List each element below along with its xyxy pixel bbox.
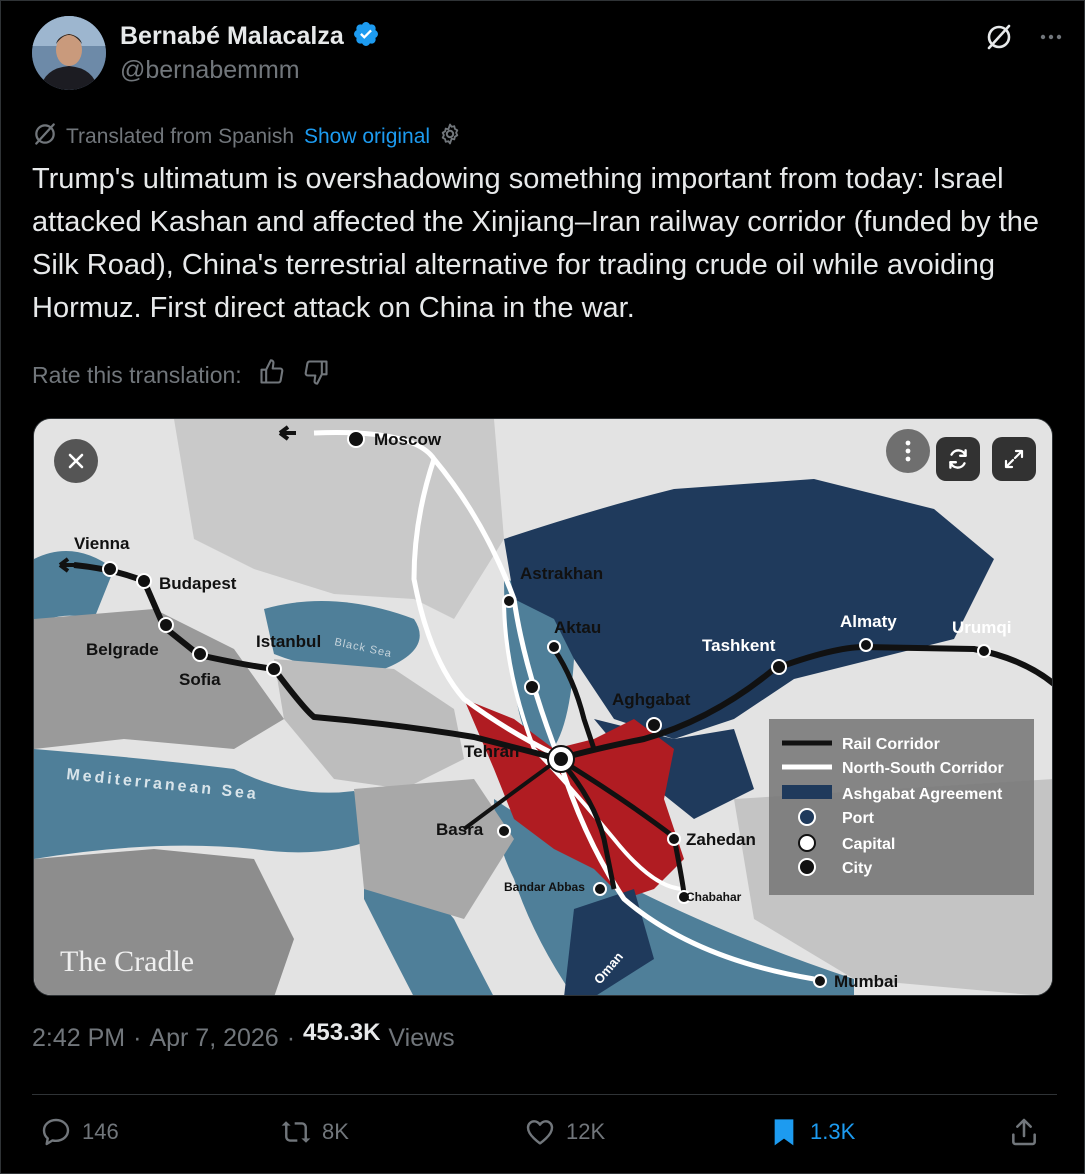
tweet-text: Trump's ultimatum is overshadowing somet… (32, 163, 1040, 324)
legend-capital-label: Capital (842, 836, 895, 853)
bookmark-icon (774, 1119, 794, 1146)
repost-count: 8K (322, 1119, 349, 1144)
share-button[interactable] (1008, 1116, 1040, 1148)
grok-icon[interactable] (984, 22, 1014, 52)
map-label-urumqi: Urumqi (952, 618, 1012, 637)
close-icon (68, 453, 84, 469)
bookmark-button[interactable]: 1.3K (768, 1116, 855, 1148)
settings-gear-icon[interactable] (438, 122, 462, 152)
refresh-icon (949, 449, 967, 469)
cradle-watermark: The Cradle (60, 945, 194, 978)
meta-separator: · (133, 1024, 142, 1052)
translation-notice: Translated from Spanish Show original (32, 121, 462, 153)
reply-button[interactable]: 146 (40, 1116, 119, 1148)
views-label: Views (388, 1024, 455, 1052)
repost-icon (281, 1121, 311, 1143)
legend-north-south-label: North-South Corridor (842, 760, 1004, 777)
translated-from-label: Translated from Spanish (66, 125, 294, 148)
grok-translate-icon (32, 121, 58, 153)
legend-port-label: Port (842, 810, 875, 827)
map-label-aktau: Aktau (554, 618, 601, 637)
avatar[interactable] (32, 16, 106, 90)
more-options-icon[interactable] (1040, 33, 1062, 41)
tweet-media-map[interactable]: Moscow Vienna Budapest Belgrade Sofia Is… (33, 418, 1053, 996)
like-button[interactable]: 12K (524, 1116, 605, 1148)
views-count: 453.3K (303, 1019, 381, 1046)
vertical-dots-icon (905, 440, 911, 462)
reply-icon (42, 1118, 70, 1146)
author-name-line: Bernabé Malacalza (120, 20, 380, 53)
tweet-actions: 146 8K 12K 1.3K (40, 1116, 1050, 1160)
map-label-aghgabat: Aghgabat (612, 690, 691, 709)
map-label-almaty: Almaty (840, 612, 897, 631)
like-count: 12K (566, 1119, 606, 1144)
verified-badge-icon (352, 20, 380, 53)
heart-icon (526, 1120, 554, 1145)
tweet-meta: 2:42 PM · Apr 7, 2026 · 453.3K Views (32, 1019, 455, 1053)
media-close-button[interactable] (54, 439, 98, 483)
map-label-basra: Basra (436, 820, 484, 839)
tweet-time[interactable]: 2:42 PM (32, 1024, 125, 1053)
meta-separator-2: · (286, 1024, 296, 1052)
rate-label: Rate this translation: (32, 361, 242, 388)
author-name[interactable]: Bernabé Malacalza (120, 22, 344, 51)
map-label-belgrade: Belgrade (86, 640, 159, 659)
thumbs-down-icon[interactable] (302, 358, 330, 392)
legend-rail-label: Rail Corridor (842, 736, 940, 753)
bookmark-count: 1.3K (810, 1119, 856, 1144)
legend-ashgabat-label: Ashgabat Agreement (842, 786, 1003, 803)
thumbs-up-icon[interactable] (258, 358, 286, 392)
map-label-bandar-abbas: Bandar Abbas (504, 880, 585, 894)
media-expand-button[interactable] (992, 437, 1036, 481)
map-label-istanbul: Istanbul (256, 632, 321, 651)
map-label-zahedan: Zahedan (686, 830, 756, 849)
media-refresh-button[interactable] (936, 437, 980, 481)
rate-translation: Rate this translation: (32, 358, 330, 392)
divider (32, 1094, 1057, 1095)
share-icon (1012, 1118, 1036, 1146)
map-label-tehran: Tehran (464, 742, 519, 761)
expand-icon (1004, 449, 1024, 469)
legend-city-label: City (842, 860, 872, 877)
map-label-moscow: Moscow (374, 430, 442, 449)
show-original-link[interactable]: Show original (304, 125, 430, 149)
header-actions (984, 22, 1062, 52)
map-label-sofia: Sofia (179, 670, 221, 689)
map-label-tashkent: Tashkent (702, 636, 776, 655)
map-label-chabahar: Chabahar (686, 890, 742, 904)
repost-button[interactable]: 8K (280, 1116, 349, 1148)
map-label-vienna: Vienna (74, 534, 130, 553)
reply-count: 146 (82, 1119, 119, 1144)
map-graphic: Moscow Vienna Budapest Belgrade Sofia Is… (34, 419, 1052, 995)
tweet-header: Bernabé Malacalza @bernabemmm (32, 16, 1062, 92)
map-label-budapest: Budapest (159, 574, 237, 593)
tweet-date[interactable]: Apr 7, 2026 (149, 1024, 278, 1053)
map-label-astrakhan: Astrakhan (520, 564, 603, 583)
media-more-button[interactable] (886, 429, 930, 473)
map-label-mumbai: Mumbai (834, 972, 898, 991)
author-handle[interactable]: @bernabemmm (120, 56, 300, 85)
